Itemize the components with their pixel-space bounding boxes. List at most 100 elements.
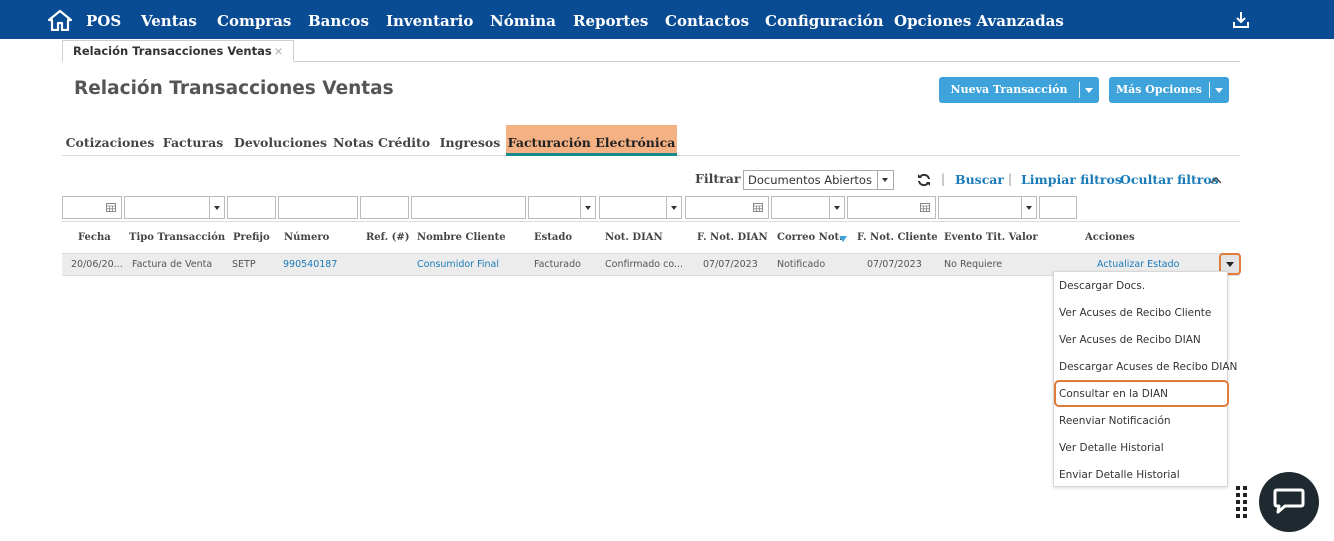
clear-filters-link[interactable]: Limpiar filtros — [1021, 172, 1122, 187]
dropdown-caret-icon[interactable] — [209, 197, 224, 218]
menu-item-reenviar-notificacion[interactable]: Reenviar Notificación — [1059, 411, 1171, 431]
dropdown-caret-icon[interactable] — [1021, 197, 1036, 218]
tipo-filter-select[interactable] — [124, 196, 225, 219]
chevron-down-icon[interactable] — [1215, 88, 1223, 93]
chat-icon — [1273, 488, 1305, 514]
column-header-tipo[interactable]: Tipo Transacción — [129, 232, 225, 243]
menu-item-ver-detalle-historial[interactable]: Ver Detalle Historial — [1059, 438, 1164, 458]
column-header-acciones: Acciones — [1085, 232, 1135, 243]
tab-notas-credito[interactable]: Notas Crédito — [333, 125, 430, 156]
nav-reportes[interactable]: Reportes — [573, 12, 648, 30]
tab-cotizaciones[interactable]: Cotizaciones — [62, 125, 158, 156]
hide-filters-link[interactable]: Ocultar filtros — [1120, 172, 1219, 187]
prefijo-filter-input[interactable] — [227, 196, 276, 219]
document-tab-label: Relación Transacciones Ventas — [73, 44, 272, 58]
menu-item-descargar-docs[interactable]: Descargar Docs. — [1059, 276, 1145, 296]
button-divider — [1209, 82, 1210, 98]
nav-pos[interactable]: POS — [86, 12, 121, 30]
nav-opciones-avanzadas[interactable]: Opciones Avanzadas — [894, 12, 1064, 30]
section-tabs: Cotizaciones Facturas Devoluciones Notas… — [62, 125, 1240, 156]
cell-fecha: 20/06/20... — [71, 259, 123, 270]
dropdown-caret-icon[interactable] — [666, 197, 681, 218]
cliente-filter-input[interactable] — [411, 196, 526, 219]
nav-nomina[interactable]: Nómina — [490, 12, 556, 30]
cell-numero-link[interactable]: 990540187 — [283, 259, 337, 270]
column-header-not-dian[interactable]: Not. DIAN — [605, 232, 663, 243]
evento-filter-select[interactable] — [938, 196, 1037, 219]
column-header-fecha[interactable]: Fecha — [78, 232, 111, 243]
cell-evento: No Requiere — [944, 259, 1003, 270]
nav-contactos[interactable]: Contactos — [665, 12, 749, 30]
nav-compras[interactable]: Compras — [217, 12, 291, 30]
estado-filter-select[interactable] — [528, 196, 596, 219]
column-header-ref[interactable]: Ref. (#) — [366, 232, 409, 243]
filter-select-value: Documentos Abiertos — [748, 173, 872, 187]
sort-desc-icon[interactable] — [839, 236, 847, 242]
cell-f-not-cliente: 07/07/2023 — [867, 259, 922, 270]
dropdown-caret-icon[interactable] — [877, 171, 893, 189]
separator: | — [1008, 172, 1013, 186]
download-icon[interactable] — [1232, 11, 1250, 29]
column-header-correo-not[interactable]: Correo Not. — [777, 232, 843, 243]
ref-filter-input[interactable] — [360, 196, 409, 219]
close-icon[interactable]: × — [274, 44, 284, 58]
fecha-filter-input[interactable] — [62, 196, 122, 219]
tab-facturacion-electronica[interactable]: Facturación Electrónica — [506, 125, 677, 156]
acciones-filter-input[interactable] — [1039, 196, 1077, 219]
nav-inventario[interactable]: Inventario — [386, 12, 473, 30]
f-not-dian-filter-input[interactable] — [685, 196, 769, 219]
nav-configuracion[interactable]: Configuración — [765, 12, 884, 30]
cell-not-dian: Confirmado co... — [605, 259, 684, 270]
menu-item-ver-acuses-cliente[interactable]: Ver Acuses de Recibo Cliente — [1059, 303, 1211, 323]
more-options-button[interactable]: Más Opciones — [1109, 77, 1229, 103]
refresh-icon[interactable] — [917, 173, 931, 187]
column-header-prefijo[interactable]: Prefijo — [233, 232, 270, 243]
calendar-icon[interactable] — [920, 203, 930, 212]
tab-ingresos[interactable]: Ingresos — [434, 125, 506, 156]
cell-estado: Facturado — [534, 259, 581, 270]
update-status-link[interactable]: Actualizar Estado — [1097, 259, 1179, 270]
menu-item-ver-acuses-dian[interactable]: Ver Acuses de Recibo DIAN — [1059, 330, 1201, 350]
cell-f-not-dian: 07/07/2023 — [703, 259, 758, 270]
new-transaction-button[interactable]: Nueva Transacción — [939, 77, 1099, 103]
menu-item-enviar-detalle-historial[interactable]: Enviar Detalle Historial — [1059, 465, 1180, 485]
search-link[interactable]: Buscar — [955, 172, 1004, 187]
nav-bancos[interactable]: Bancos — [308, 12, 369, 30]
document-tab[interactable]: Relación Transacciones Ventas × — [62, 40, 295, 62]
tab-devoluciones[interactable]: Devoluciones — [230, 125, 331, 156]
table-header: Fecha Tipo Transacción Prefijo Número Re… — [62, 221, 1240, 252]
column-header-numero[interactable]: Número — [284, 232, 329, 243]
dropdown-caret-icon[interactable] — [829, 197, 844, 218]
cell-correo-not: Notificado — [777, 259, 826, 270]
calendar-icon[interactable] — [106, 203, 116, 212]
not-dian-filter-select[interactable] — [599, 196, 682, 219]
document-tab-strip: Relación Transacciones Ventas × — [62, 40, 1240, 62]
chat-button[interactable] — [1259, 472, 1319, 532]
correo-not-filter-select[interactable] — [771, 196, 845, 219]
cell-cliente-link[interactable]: Consumidor Final — [417, 259, 499, 270]
grip-icon[interactable] — [1236, 486, 1248, 520]
chevron-up-icon[interactable] — [1210, 176, 1222, 184]
home-icon[interactable] — [48, 9, 72, 31]
calendar-icon[interactable] — [753, 203, 763, 212]
cell-prefijo: SETP — [232, 259, 256, 270]
column-header-f-not-dian[interactable]: F. Not. DIAN — [697, 232, 768, 243]
column-header-estado[interactable]: Estado — [534, 232, 572, 243]
chevron-down-icon[interactable] — [1085, 88, 1093, 93]
menu-item-descargar-acuses-dian[interactable]: Descargar Acuses de Recibo DIAN — [1059, 357, 1237, 377]
nav-ventas[interactable]: Ventas — [141, 12, 197, 30]
column-header-cliente[interactable]: Nombre Cliente — [417, 232, 506, 243]
column-header-evento[interactable]: Evento Tit. Valor — [944, 232, 1038, 243]
top-navigation-bar: POS Ventas Compras Bancos Inventario Nóm… — [0, 0, 1334, 39]
column-header-f-not-cliente[interactable]: F. Not. Cliente — [857, 232, 938, 243]
f-not-cliente-filter-input[interactable] — [847, 196, 936, 219]
more-options-label: Más Opciones — [1115, 83, 1202, 96]
filter-label: Filtrar — [695, 171, 741, 186]
numero-filter-input[interactable] — [278, 196, 358, 219]
separator: | — [941, 172, 946, 186]
tab-facturas[interactable]: Facturas — [158, 125, 228, 156]
dropdown-caret-icon[interactable] — [580, 197, 595, 218]
actions-menu: Descargar Docs. Ver Acuses de Recibo Cli… — [1053, 271, 1237, 487]
new-transaction-label: Nueva Transacción — [950, 83, 1068, 96]
filter-select[interactable]: Documentos Abiertos — [743, 170, 894, 190]
